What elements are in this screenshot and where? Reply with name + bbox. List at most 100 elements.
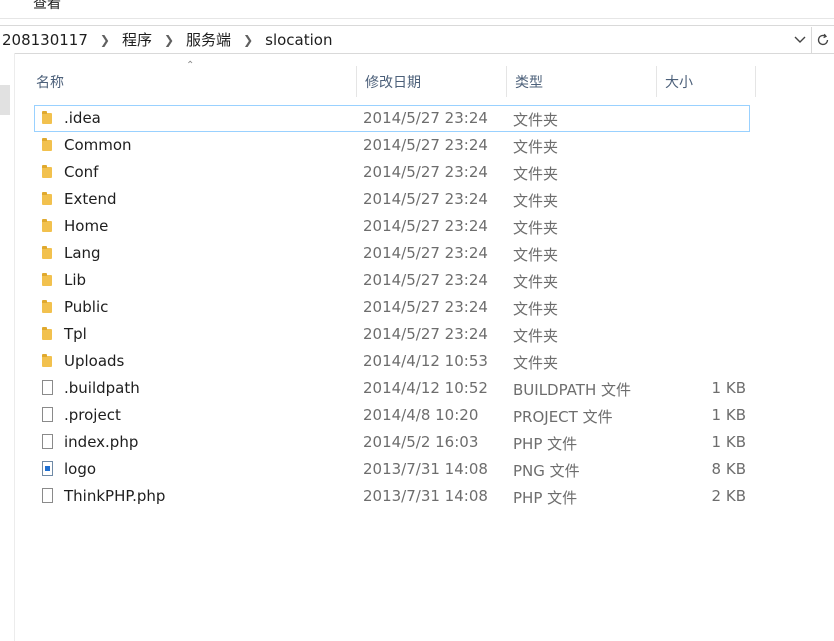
- file-name: logo: [64, 460, 97, 478]
- file-modified-date: 2014/5/27 23:24: [363, 190, 488, 208]
- address-bar[interactable]: 208130117 ❯ 程序 ❯ 服务端 ❯ slocation: [0, 25, 834, 54]
- file-size: 1 KB: [711, 379, 746, 397]
- breadcrumb-item[interactable]: 服务端: [184, 29, 233, 50]
- file-type: 文件夹: [513, 219, 559, 237]
- file-list-item[interactable]: Home 2014/5/27 23:24 文件夹: [34, 213, 750, 240]
- file-modified-date: 2014/5/27 23:24: [363, 163, 488, 181]
- folder-icon: [40, 353, 56, 369]
- image-icon: [40, 461, 56, 477]
- file-modified-date: 2014/5/27 23:24: [363, 136, 488, 154]
- file-icon: [40, 380, 56, 396]
- folder-icon: [40, 245, 56, 261]
- file-modified-date: 2014/4/8 10:20: [363, 406, 479, 424]
- file-modified-date: 2014/5/27 23:24: [363, 271, 488, 289]
- file-modified-date: 2014/5/2 16:03: [363, 433, 479, 451]
- column-header-name[interactable]: 名称 ⌃: [28, 60, 356, 97]
- file-name: index.php: [64, 433, 139, 451]
- breadcrumb: 208130117 ❯ 程序 ❯ 服务端 ❯ slocation: [0, 26, 334, 53]
- file-name: Conf: [64, 163, 99, 181]
- column-header-label: 类型: [515, 74, 543, 91]
- file-modified-date: 2013/7/31 14:08: [363, 460, 488, 478]
- file-name: Common: [64, 136, 132, 154]
- chevron-down-icon: [794, 36, 806, 43]
- file-modified-date: 2014/5/27 23:24: [363, 325, 488, 343]
- file-name: .buildpath: [64, 379, 140, 397]
- file-list-item[interactable]: Common 2014/5/27 23:24 文件夹: [34, 132, 750, 159]
- column-header-date[interactable]: 修改日期: [356, 66, 506, 97]
- file-name: Uploads: [64, 352, 125, 370]
- file-modified-date: 2014/5/27 23:24: [363, 298, 488, 316]
- column-header-label: 名称: [36, 74, 64, 91]
- file-name: Tpl: [64, 325, 87, 343]
- file-type: 文件夹: [513, 192, 559, 210]
- history-dropdown-button[interactable]: [789, 27, 811, 53]
- chevron-right-icon[interactable]: ❯: [164, 33, 174, 47]
- navigation-pane: [0, 53, 15, 641]
- file-name: .idea: [64, 109, 101, 127]
- file-icon: [40, 488, 56, 504]
- file-type: 文件夹: [513, 246, 559, 264]
- folder-icon: [40, 272, 56, 288]
- file-list-item[interactable]: ThinkPHP.php 2013/7/31 14:08 PHP 文件 2 KB: [34, 483, 750, 510]
- file-size: 8 KB: [711, 460, 746, 478]
- file-list-item[interactable]: .idea 2014/5/27 23:24 文件夹: [34, 105, 750, 132]
- file-name: .project: [64, 406, 121, 424]
- file-name: Lang: [64, 244, 101, 262]
- file-type: PHP 文件: [513, 489, 578, 507]
- breadcrumb-item[interactable]: slocation: [263, 31, 334, 49]
- file-name: Home: [64, 217, 109, 235]
- breadcrumb-item[interactable]: 208130117: [0, 31, 90, 49]
- address-bar-controls: [789, 26, 834, 53]
- file-modified-date: 2014/5/27 23:24: [363, 217, 488, 235]
- file-type: 文件夹: [513, 273, 559, 291]
- file-modified-date: 2013/7/31 14:08: [363, 487, 488, 505]
- folder-icon: [40, 164, 56, 180]
- file-type: PHP 文件: [513, 435, 578, 453]
- column-header-label: 修改日期: [365, 74, 421, 91]
- file-list-item[interactable]: Tpl 2014/5/27 23:24 文件夹: [34, 321, 750, 348]
- file-type: 文件夹: [513, 111, 559, 129]
- folder-icon: [40, 218, 56, 234]
- sort-ascending-icon: ⌃: [186, 60, 195, 71]
- column-header-type[interactable]: 类型: [506, 66, 656, 97]
- file-list-item[interactable]: Lib 2014/5/27 23:24 文件夹: [34, 267, 750, 294]
- file-type: 文件夹: [513, 300, 559, 318]
- file-modified-date: 2014/4/12 10:52: [363, 379, 488, 397]
- file-type: PNG 文件: [513, 462, 580, 480]
- folder-icon: [40, 326, 56, 342]
- file-modified-date: 2014/4/12 10:53: [363, 352, 488, 370]
- folder-icon: [40, 110, 56, 126]
- file-list: .idea 2014/5/27 23:24 文件夹 Common 2014/5/27 2…: [34, 105, 750, 510]
- column-header-size[interactable]: 大小: [656, 66, 756, 97]
- file-name: Public: [64, 298, 109, 316]
- file-name: Extend: [64, 190, 117, 208]
- file-list-item[interactable]: Uploads 2014/4/12 10:53 文件夹: [34, 348, 750, 375]
- navigation-pane-scrollbar[interactable]: [0, 85, 10, 115]
- folder-icon: [40, 137, 56, 153]
- refresh-button[interactable]: [812, 27, 834, 53]
- file-type: PROJECT 文件: [513, 408, 613, 426]
- folder-icon: [40, 191, 56, 207]
- view-menu-tab[interactable]: 查看: [33, 0, 61, 13]
- file-list-item[interactable]: Public 2014/5/27 23:24 文件夹: [34, 294, 750, 321]
- file-list-item[interactable]: logo 2013/7/31 14:08 PNG 文件 8 KB: [34, 456, 750, 483]
- file-list-item[interactable]: .project 2014/4/8 10:20 PROJECT 文件 1 KB: [34, 402, 750, 429]
- file-name: ThinkPHP.php: [64, 487, 166, 505]
- breadcrumb-item[interactable]: 程序: [120, 29, 154, 50]
- column-header-row: 名称 ⌃ 修改日期 类型 大小: [28, 60, 758, 97]
- file-list-item[interactable]: Extend 2014/5/27 23:24 文件夹: [34, 186, 750, 213]
- file-type: 文件夹: [513, 165, 559, 183]
- ribbon-menu: 查看: [0, 0, 834, 19]
- file-list-item[interactable]: Conf 2014/5/27 23:24 文件夹: [34, 159, 750, 186]
- file-explorer-window: 查看 208130117 ❯ 程序 ❯ 服务端 ❯ slocation 名称 ⌃…: [0, 0, 834, 641]
- file-modified-date: 2014/5/27 23:24: [363, 244, 488, 262]
- chevron-right-icon[interactable]: ❯: [100, 33, 110, 47]
- file-icon: [40, 434, 56, 450]
- folder-icon: [40, 299, 56, 315]
- chevron-right-icon[interactable]: ❯: [243, 33, 253, 47]
- file-type: 文件夹: [513, 138, 559, 156]
- file-size: 1 KB: [711, 406, 746, 424]
- file-list-item[interactable]: Lang 2014/5/27 23:24 文件夹: [34, 240, 750, 267]
- file-list-item[interactable]: index.php 2014/5/2 16:03 PHP 文件 1 KB: [34, 429, 750, 456]
- file-list-item[interactable]: .buildpath 2014/4/12 10:52 BUILDPATH 文件 1 K…: [34, 375, 750, 402]
